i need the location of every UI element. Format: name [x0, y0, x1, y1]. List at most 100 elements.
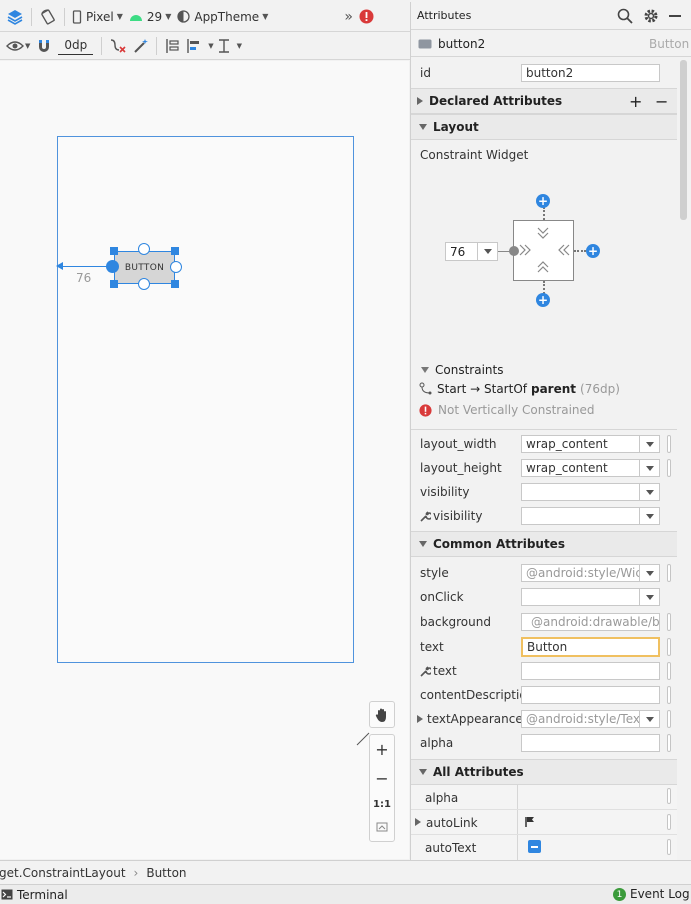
- resource-picker[interactable]: [667, 638, 671, 656]
- constraint-toolbar: ▼ 0dp ▼ ▼: [0, 32, 410, 60]
- dropdown-button[interactable]: [639, 436, 659, 452]
- resource-picker[interactable]: [667, 459, 671, 477]
- zoom-actual-button[interactable]: 1:1: [373, 799, 391, 810]
- top-anchor[interactable]: [138, 243, 150, 255]
- common-attributes-section[interactable]: Common Attributes: [411, 531, 677, 557]
- overflow-button[interactable]: »: [341, 5, 356, 29]
- background-input[interactable]: @android:drawable/b: [521, 613, 660, 631]
- all-attributes-section[interactable]: All Attributes: [411, 759, 677, 785]
- resize-handle[interactable]: [110, 247, 118, 255]
- error-icon[interactable]: [356, 5, 377, 29]
- resource-picker[interactable]: [667, 662, 671, 680]
- dropdown-button[interactable]: [639, 460, 659, 476]
- start-constraint-dot[interactable]: [509, 246, 519, 256]
- table-row[interactable]: alpha: [411, 785, 677, 810]
- content-description-input[interactable]: [521, 686, 660, 704]
- resource-picker[interactable]: [667, 435, 671, 453]
- orientation-icon[interactable]: [36, 5, 60, 29]
- resize-handle[interactable]: [110, 280, 118, 288]
- resource-picker[interactable]: [667, 734, 671, 752]
- constraint-warning-item[interactable]: Not Vertically Constrained: [419, 403, 595, 417]
- resource-picker[interactable]: [667, 613, 671, 631]
- minimize-icon[interactable]: [669, 15, 681, 18]
- terminal-tab[interactable]: Terminal: [17, 888, 68, 902]
- margin-start-dropdown[interactable]: 76: [445, 242, 498, 261]
- gear-icon[interactable]: [643, 8, 659, 24]
- constraint-start-target: parent: [530, 382, 577, 396]
- table-row[interactable]: autoText: [411, 835, 677, 860]
- align-icon[interactable]: [183, 34, 205, 58]
- pack-icon[interactable]: [161, 34, 183, 58]
- dropdown-button[interactable]: [639, 589, 659, 605]
- alpha-input[interactable]: [521, 734, 660, 752]
- api-dropdown[interactable]: 29 ▼: [126, 5, 174, 29]
- style-dropdown[interactable]: @android:style/Wic: [521, 564, 660, 582]
- text-appearance-dropdown[interactable]: @android:style/Tex: [521, 710, 660, 728]
- onclick-dropdown[interactable]: [521, 588, 660, 606]
- resource-picker[interactable]: [667, 686, 671, 704]
- resize-handle[interactable]: [171, 280, 179, 288]
- constraints-header[interactable]: Constraints: [419, 363, 503, 377]
- tools-visibility-dropdown[interactable]: [521, 507, 660, 525]
- layout-section[interactable]: Layout: [411, 114, 677, 140]
- remove-attribute-button[interactable]: −: [655, 92, 668, 111]
- resource-picker[interactable]: [667, 564, 671, 582]
- constraint-start-item[interactable]: Start → StartOf parent (76dp): [419, 382, 620, 396]
- device-screen[interactable]: [57, 136, 354, 663]
- guidelines-icon[interactable]: [214, 34, 234, 58]
- event-log-tab[interactable]: Event Log: [630, 887, 690, 901]
- chevron-down-icon[interactable]: ▼: [25, 42, 30, 50]
- dropdown-button[interactable]: [639, 508, 659, 524]
- chevron-down-icon: [645, 465, 654, 471]
- zoom-fit-icon[interactable]: [376, 820, 388, 836]
- add-bottom-constraint-button[interactable]: +: [536, 293, 550, 307]
- layout-width-dropdown[interactable]: wrap_content: [521, 435, 660, 453]
- start-anchor[interactable]: [106, 260, 119, 273]
- end-anchor[interactable]: [170, 261, 182, 273]
- infer-constraints-icon[interactable]: [130, 34, 152, 58]
- resource-picker[interactable]: [667, 839, 671, 855]
- attributes-scrollbar-thumb[interactable]: [680, 60, 687, 220]
- eye-icon[interactable]: [0, 34, 27, 58]
- dropdown-button[interactable]: [639, 565, 659, 581]
- pan-button[interactable]: [369, 701, 395, 728]
- magnet-icon[interactable]: [34, 34, 54, 58]
- checkbox-indeterminate[interactable]: [528, 840, 541, 853]
- visibility-dropdown[interactable]: [521, 483, 660, 501]
- alpha-row: alpha: [411, 731, 677, 755]
- constraint-start-dp: (76dp): [580, 382, 620, 396]
- resource-picker[interactable]: [667, 710, 671, 728]
- resize-handle[interactable]: [171, 247, 179, 255]
- clear-constraints-icon[interactable]: [106, 34, 130, 58]
- declared-attributes-section[interactable]: Declared Attributes + −: [411, 88, 677, 114]
- bottom-anchor[interactable]: [138, 278, 150, 290]
- search-icon[interactable]: [617, 8, 633, 24]
- resource-picker[interactable]: [667, 814, 671, 830]
- table-row[interactable]: autoLink: [411, 810, 677, 835]
- margin-start-dropdown-button[interactable]: [477, 243, 497, 260]
- resource-picker[interactable]: [667, 788, 671, 804]
- id-input[interactable]: button2: [521, 64, 660, 82]
- dropdown-button[interactable]: [639, 484, 659, 500]
- chevron-down-icon[interactable]: ▼: [237, 42, 242, 50]
- breadcrumb-parent[interactable]: get.ConstraintLayout: [0, 866, 126, 880]
- flag-icon[interactable]: [525, 816, 535, 828]
- add-attribute-button[interactable]: +: [629, 92, 642, 111]
- layers-icon[interactable]: [0, 5, 27, 29]
- attributes-title: Attributes: [417, 9, 472, 22]
- breadcrumb-current[interactable]: Button: [146, 866, 186, 880]
- toolbar-separator: [31, 7, 32, 26]
- add-end-constraint-button[interactable]: +: [586, 244, 600, 258]
- dropdown-button[interactable]: [639, 711, 659, 727]
- text-row: text Button: [411, 635, 677, 659]
- tools-text-input[interactable]: [521, 662, 660, 680]
- layout-height-dropdown[interactable]: wrap_content: [521, 459, 660, 477]
- theme-dropdown[interactable]: AppTheme ▼: [174, 5, 271, 29]
- zoom-out-button[interactable]: −: [375, 769, 388, 788]
- text-input[interactable]: Button: [521, 637, 660, 657]
- text-appearance-label[interactable]: textAppearance: [417, 712, 523, 726]
- device-dropdown[interactable]: Pixel ▼: [69, 5, 126, 29]
- default-margin-button[interactable]: 0dp: [58, 37, 94, 55]
- add-top-constraint-button[interactable]: +: [536, 194, 550, 208]
- zoom-in-button[interactable]: +: [375, 740, 388, 759]
